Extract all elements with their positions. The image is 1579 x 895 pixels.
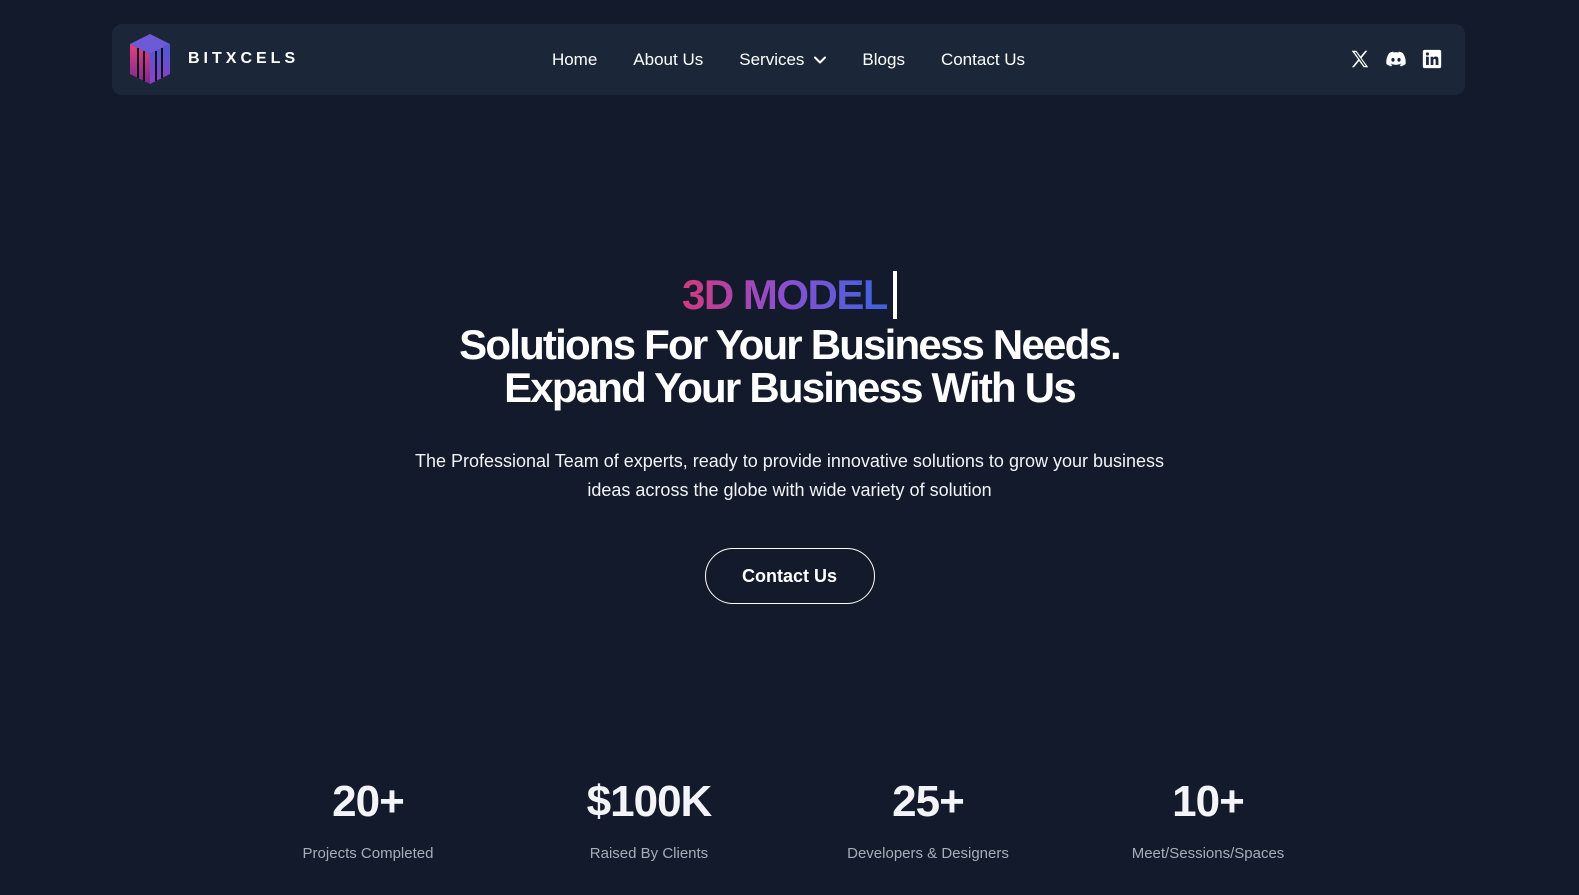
- stat-value: 25+: [892, 777, 965, 826]
- typing-cursor: [893, 271, 897, 319]
- stat-sessions: 10+ Meet/Sessions/Spaces: [1088, 776, 1328, 862]
- stat-raised: $100K Raised By Clients: [529, 776, 769, 862]
- stat-projects: 20+ Projects Completed: [248, 776, 488, 862]
- nav-services-label: Services: [739, 49, 805, 69]
- subtext-line-1: The Professional Team of experts, ready …: [414, 451, 1165, 471]
- stat-label: Developers & Designers: [847, 845, 1009, 862]
- nav-about-us[interactable]: About Us: [615, 50, 721, 70]
- stat-value: 20+: [332, 777, 405, 826]
- stat-label: Projects Completed: [302, 845, 434, 862]
- nav-services[interactable]: Services: [721, 50, 844, 70]
- nav-contact-us[interactable]: Contact Us: [923, 50, 1043, 70]
- linkedin-link[interactable]: [1421, 48, 1443, 70]
- hero-section: 3D MODEL Solutions For Your Business Nee…: [0, 270, 1579, 604]
- stat-value: $100K: [586, 777, 713, 826]
- headline-line-1: Solutions For Your Business Needs.: [459, 321, 1122, 368]
- chevron-down-icon: [814, 56, 827, 63]
- linkedin-icon: [1422, 49, 1442, 69]
- typed-text: 3D MODEL: [681, 271, 889, 318]
- nav-blogs[interactable]: Blogs: [844, 50, 923, 70]
- x-link[interactable]: [1349, 48, 1371, 70]
- contact-us-button[interactable]: Contact Us: [704, 548, 875, 604]
- cube-logo-icon: [130, 34, 170, 84]
- stat-label: Raised By Clients: [589, 845, 709, 862]
- stat-developers: 25+ Developers & Designers: [808, 776, 1048, 862]
- x-icon: [1351, 50, 1369, 68]
- brand-name: BITXCELS: [188, 50, 300, 67]
- discord-icon: [1386, 51, 1406, 67]
- stat-label: Meet/Sessions/Spaces: [1131, 845, 1285, 862]
- hero-subtext: The Professional Team of experts, ready …: [380, 447, 1200, 505]
- nav-links: Home About Us Services Blogs Contact Us: [112, 24, 1465, 95]
- typed-line: 3D MODEL: [0, 270, 1579, 320]
- social-links: [1349, 48, 1443, 70]
- stat-value: 10+: [1172, 777, 1245, 826]
- headline-line-2: Expand Your Business With Us: [504, 364, 1077, 411]
- brand-logo-link[interactable]: BITXCELS: [128, 32, 299, 86]
- discord-link[interactable]: [1385, 48, 1407, 70]
- nav-home[interactable]: Home: [534, 50, 615, 70]
- hero-headline: Solutions For Your Business Needs. Expan…: [0, 323, 1579, 409]
- subtext-line-2: ideas across the globe with wide variety…: [587, 480, 992, 500]
- stats-section: 20+ Projects Completed $100K Raised By C…: [0, 776, 1579, 876]
- top-navbar: BITXCELS Home About Us Services Blogs Co…: [112, 24, 1465, 95]
